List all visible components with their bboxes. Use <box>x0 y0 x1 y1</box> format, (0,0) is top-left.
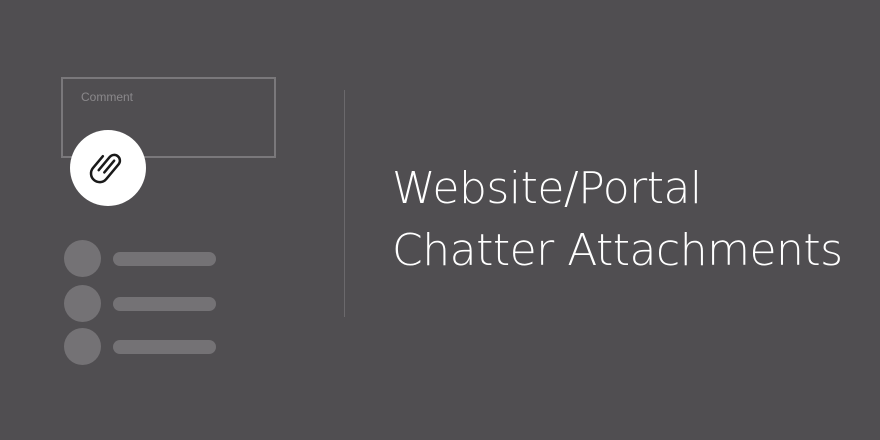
attach-button[interactable] <box>70 130 146 206</box>
comment-placeholder: Comment <box>81 90 134 104</box>
page-title: Website/Portal Chatter Attachments <box>392 158 843 282</box>
text-line <box>113 340 216 354</box>
avatar <box>64 240 101 277</box>
text-line <box>113 252 216 266</box>
list-item <box>64 240 224 278</box>
text-line <box>113 297 216 311</box>
list-item <box>64 328 224 366</box>
divider <box>344 90 345 317</box>
avatar <box>64 285 101 322</box>
avatar <box>64 328 101 365</box>
title-line-2: Chatter Attachments <box>392 225 843 276</box>
list-item <box>64 285 224 323</box>
title-line-1: Website/Portal <box>392 163 702 214</box>
paperclip-icon <box>89 153 122 184</box>
